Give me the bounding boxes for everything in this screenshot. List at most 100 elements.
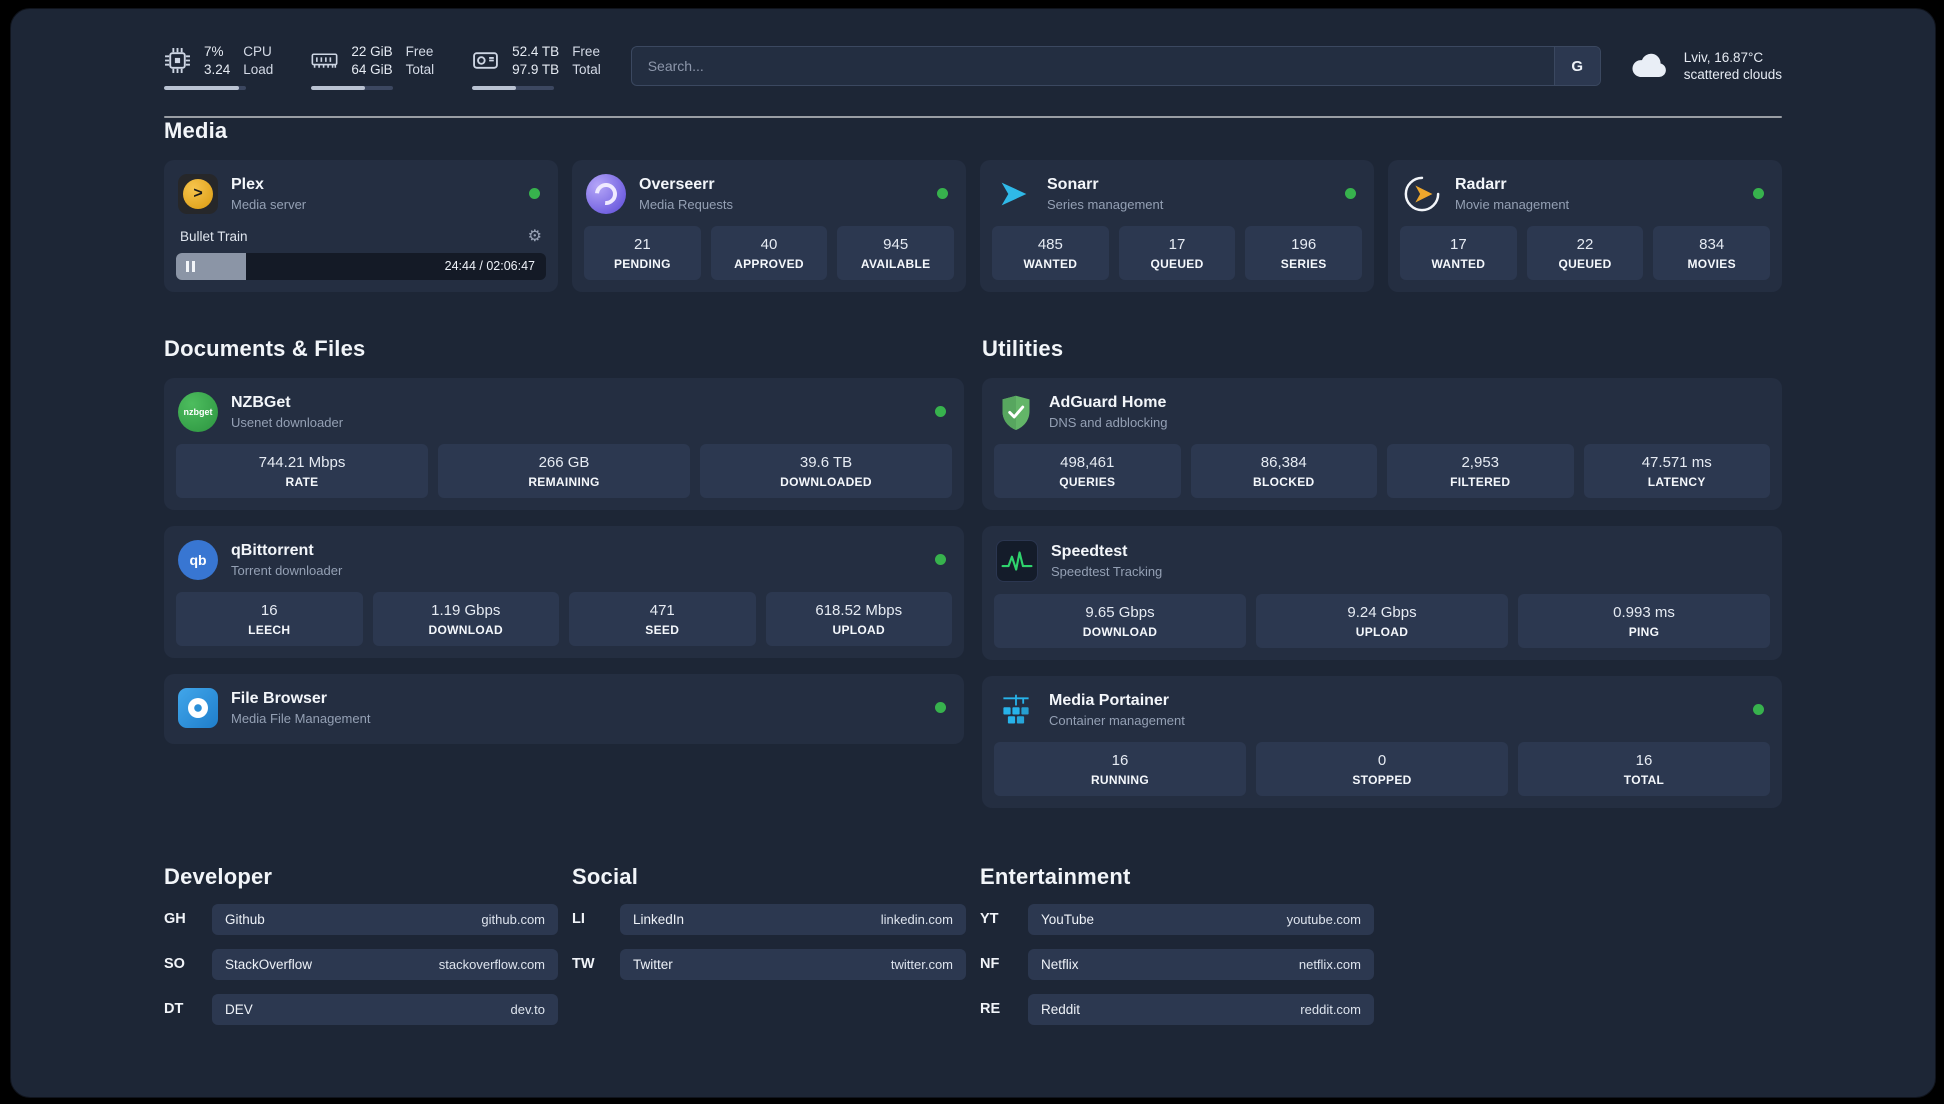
- now-playing-title: Bullet Train: [180, 229, 248, 245]
- disk-values: 52.4 TB 97.9 TB: [512, 43, 559, 79]
- app-link-plex[interactable]: Plex Media server: [176, 170, 546, 226]
- search-input[interactable]: [631, 47, 1554, 86]
- status-online-dot: [935, 406, 946, 418]
- status-online-dot: [937, 188, 948, 200]
- bookmark-name: DEV: [225, 1001, 253, 1017]
- playback-seekbar[interactable]: 24:44 / 02:06:47: [176, 252, 546, 280]
- app-link-sonarr[interactable]: Sonarr Series management: [992, 170, 1362, 226]
- radarr-icon: [1402, 174, 1442, 214]
- media-section: Plex Media server Bullet Train ⚙ 24:44 /…: [164, 159, 1782, 292]
- disk-label-bottom: Total: [572, 61, 601, 77]
- app-link-overseerr[interactable]: Overseerr Media Requests: [584, 170, 954, 226]
- gear-icon[interactable]: ⚙: [528, 228, 542, 245]
- app-subtitle: Media Requests: [639, 196, 733, 212]
- bookmark-url: stackoverflow.com: [438, 956, 545, 972]
- bookmark-url: linkedin.com: [880, 911, 953, 927]
- app-card-overseerr: Overseerr Media Requests 21 PENDING 40 APP…: [572, 159, 966, 292]
- plex-icon: [178, 173, 218, 214]
- cpu-progress-bar: [164, 85, 246, 90]
- app-card-radarr: Radarr Movie management 17 WANTED 22 QUEUE…: [1388, 159, 1782, 292]
- bookmark-abbr: SO: [164, 956, 185, 973]
- social-bookmarks: Social LI LinkedIn linkedin.com TW Twitt…: [572, 864, 966, 1025]
- stat-tile-seed: 471 SEED: [569, 591, 756, 646]
- bookmark-link-github[interactable]: Github github.com: [212, 903, 558, 935]
- app-link-filebrowser[interactable]: File Browser Media File Management: [176, 684, 952, 732]
- memory-label-top: Free: [405, 44, 434, 59]
- stat-tile-wanted: 485 WANTED: [992, 225, 1109, 280]
- app-card-nzbget: nzbget NZBGet Usenet downloader 744.21 M…: [164, 377, 964, 510]
- section-title-developer: Developer: [164, 863, 273, 889]
- cloud-icon: [1629, 52, 1671, 80]
- bookmark-url: youtube.com: [1286, 911, 1361, 927]
- speedtest-icon: [996, 539, 1038, 582]
- bookmark-row: SO StackOverflow stackoverflow.com: [164, 948, 558, 980]
- portainer-icon: [996, 690, 1036, 730]
- stat-tile-wanted: 17 WANTED: [1400, 225, 1517, 280]
- status-online-dot: [935, 702, 946, 714]
- stat-tile-approved: 40 APPROVED: [710, 225, 828, 280]
- disk-label-top: Free: [572, 44, 600, 59]
- bookmark-link-stackoverflow[interactable]: StackOverflow stackoverflow.com: [212, 948, 558, 980]
- stat-tile-pending: 21 PENDING: [584, 225, 701, 280]
- stat-tile-download: 9.65 Gbps DOWNLOAD: [994, 593, 1246, 648]
- system-metrics: 7% 3.24 CPU Load 22 GiB 64 GiB Free Tota…: [164, 43, 601, 90]
- bookmark-url: github.com: [481, 911, 545, 927]
- bookmark-link-reddit[interactable]: Reddit reddit.com: [1028, 993, 1374, 1025]
- weather-widget: Lviv, 16.87°C scattered clouds: [1629, 49, 1782, 85]
- stat-tile-latency: 47.571 ms LATENCY: [1583, 443, 1770, 498]
- app-link-radarr[interactable]: Radarr Movie management: [1400, 170, 1770, 226]
- stat-tile-movies: 834 MOVIES: [1653, 225, 1771, 280]
- app-link-speedtest[interactable]: Speedtest Speedtest Tracking: [994, 536, 1770, 594]
- bookmark-link-linkedin[interactable]: LinkedIn linkedin.com: [620, 903, 966, 935]
- nzbget-icon: nzbget: [178, 391, 218, 432]
- section-title-media: Media: [164, 117, 228, 143]
- app-link-adguard[interactable]: AdGuard Home DNS and adblocking: [994, 388, 1770, 444]
- bookmark-row: GH Github github.com: [164, 903, 558, 935]
- stat-tile-filtered: 2,953 FILTERED: [1387, 443, 1574, 498]
- search-engine-button[interactable]: G: [1553, 47, 1600, 86]
- cpu-label-bottom: Load: [243, 61, 274, 77]
- stat-tile-running: 16 RUNNING: [994, 741, 1246, 796]
- bookmark-link-netflix[interactable]: Netflix netflix.com: [1028, 948, 1374, 980]
- bookmark-url: dev.to: [510, 1001, 545, 1017]
- bookmark-row: DT DEV dev.to: [164, 993, 558, 1025]
- bookmark-link-youtube[interactable]: YouTube youtube.com: [1028, 903, 1374, 935]
- bookmark-name: Github: [225, 911, 265, 927]
- stat-tile-downloaded: 39.6 TB DOWNLOADED: [700, 443, 952, 498]
- app-title: NZBGet: [231, 393, 291, 411]
- bookmark-abbr: LI: [572, 911, 585, 928]
- adguard-icon: [996, 392, 1036, 432]
- playback-time: 24:44 / 02:06:47: [444, 259, 535, 274]
- app-link-qbittorrent[interactable]: qb qBittorrent Torrent downloader: [176, 536, 952, 592]
- developer-bookmarks: Developer GH Github github.com SO StackO…: [164, 864, 558, 1025]
- app-title: Plex: [231, 175, 264, 193]
- disk-progress-bar: [472, 85, 555, 90]
- app-card-portainer: Media Portainer Container management 16 R…: [982, 675, 1782, 808]
- memory-values: 22 GiB 64 GiB: [351, 43, 392, 79]
- stat-tile-queued: 17 QUEUED: [1118, 225, 1236, 280]
- bookmark-row: LI LinkedIn linkedin.com: [572, 903, 966, 935]
- bookmark-link-twitter[interactable]: Twitter twitter.com: [620, 948, 966, 980]
- pause-icon[interactable]: [186, 260, 195, 272]
- utilities-section: Utilities AdGuard Home DNS and adblockin…: [982, 336, 1782, 808]
- bookmark-row: YT YouTube youtube.com: [980, 903, 1374, 935]
- stat-tile-series: 196 SERIES: [1245, 225, 1363, 280]
- section-title-entertainment: Entertainment: [980, 863, 1131, 889]
- app-card-plex: Plex Media server Bullet Train ⚙ 24:44 /…: [164, 159, 558, 292]
- app-subtitle: Media server: [231, 196, 307, 212]
- cpu-labels: CPU Load: [243, 43, 273, 79]
- cpu-load-avg: 3.24: [204, 61, 231, 77]
- sonarr-icon: [994, 174, 1034, 214]
- bookmark-url: twitter.com: [890, 956, 953, 972]
- app-link-portainer[interactable]: Media Portainer Container management: [994, 686, 1770, 742]
- app-title: AdGuard Home: [1049, 393, 1167, 411]
- app-card-sonarr: Sonarr Series management 485 WANTED 17 QUE…: [980, 159, 1374, 292]
- dashboard: 7% 3.24 CPU Load 22 GiB 64 GiB Free Tota…: [10, 8, 1936, 1098]
- bookmark-link-dev[interactable]: DEV dev.to: [212, 993, 558, 1025]
- top-bar: 7% 3.24 CPU Load 22 GiB 64 GiB Free Tota…: [164, 43, 1782, 90]
- app-title: File Browser: [231, 689, 328, 707]
- app-subtitle: Series management: [1047, 196, 1164, 212]
- app-title: Radarr: [1455, 175, 1507, 193]
- filebrowser-icon: [178, 687, 218, 728]
- app-link-nzbget[interactable]: nzbget NZBGet Usenet downloader: [176, 388, 952, 444]
